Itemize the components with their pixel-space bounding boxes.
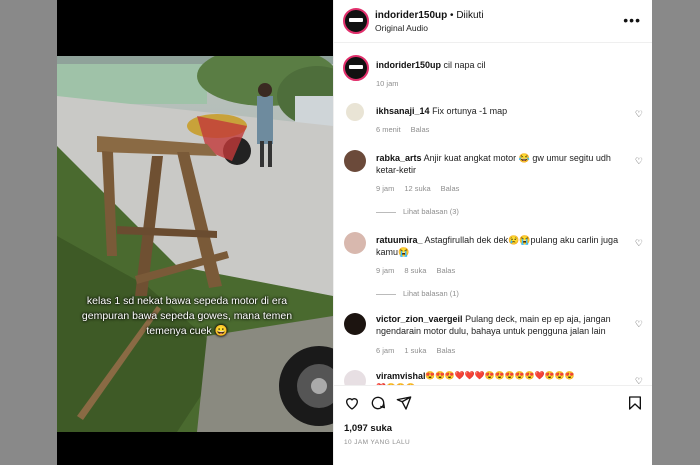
commenter-avatar[interactable] — [344, 370, 366, 385]
post-side-panel: indorider150up • Diikuti Original Audio … — [333, 0, 652, 465]
replies-divider — [376, 293, 396, 295]
comment-username[interactable]: ratuumira_ — [376, 235, 423, 245]
view-replies-label[interactable]: Lihat balasan (3) — [403, 207, 459, 216]
comment-time: 9 jam — [376, 266, 395, 275]
reply-button[interactable]: Balas — [411, 125, 430, 134]
share-icon[interactable] — [396, 395, 412, 411]
caption-username[interactable]: indorider150up — [376, 60, 441, 70]
reply-button[interactable]: Balas — [436, 346, 455, 355]
post-timestamp[interactable]: 10 JAM YANG LALU — [344, 439, 410, 446]
video-text-overlay: kelas 1 sd nekat bawa sepeda motor di er… — [81, 295, 293, 337]
comments-list[interactable]: indorider150up cil napa cil 10 jam ikhsa… — [334, 43, 652, 385]
comment-text: ratuumira_ Astagfirullah dek dek😢😭pulang… — [376, 234, 621, 258]
bookmark-icon[interactable] — [627, 395, 643, 411]
commenter-avatar[interactable] — [344, 232, 366, 254]
separator-dot: • — [447, 10, 457, 21]
comment-item: rabka_arts Anjir kuat angkat motor 😂 gw … — [334, 148, 652, 223]
comment-username[interactable]: viramvishal — [376, 371, 426, 381]
comment-emoji-body: 😍😍😍❤️❤️❤️😍😍😍😍😍❤️😍😍😍 — [425, 371, 575, 380]
comment-item: viramvishal 😍😍😍❤️❤️❤️😍😍😍😍😍❤️😍😍😍 ❤️😍😍😍 ♡ — [334, 368, 652, 385]
like-comment-icon[interactable]: ♡ — [635, 238, 643, 249]
like-comment-icon[interactable]: ♡ — [635, 156, 643, 167]
comment-item: ratuumira_ Astagfirullah dek dek😢😭pulang… — [334, 230, 652, 305]
comment-item: victor_zion_vaergeil Pulang deck, main e… — [334, 311, 652, 361]
view-replies-button[interactable]: Lihat balasan (3) — [376, 207, 459, 216]
commenter-avatar[interactable] — [344, 313, 366, 335]
comment-time: 9 jam — [376, 184, 395, 193]
audio-label[interactable]: Original Audio — [375, 23, 428, 33]
like-comment-icon[interactable]: ♡ — [635, 109, 643, 120]
reply-button[interactable]: Balas — [436, 266, 455, 275]
heart-icon[interactable] — [344, 395, 360, 411]
comment-time: 6 jam — [376, 346, 395, 355]
comment-time: 6 menit — [376, 125, 401, 134]
post-actions: 1,097 suka 10 JAM YANG LALU — [334, 385, 652, 465]
post-modal: kelas 1 sd nekat bawa sepeda motor di er… — [57, 0, 652, 465]
comment-username[interactable]: ikhsanaji_14 — [376, 106, 430, 116]
comment-meta: 9 jam 12 suka Balas — [376, 184, 469, 193]
comment-body: Fix ortunya -1 map — [432, 106, 508, 116]
view-replies-label[interactable]: Lihat balasan (1) — [403, 289, 459, 298]
commenter-avatar[interactable] — [344, 150, 366, 172]
like-comment-icon[interactable]: ♡ — [635, 376, 643, 385]
caption-time: 10 jam — [376, 79, 399, 88]
comment-meta: 9 jam 8 suka Balas — [376, 266, 465, 275]
comment-icon[interactable] — [370, 395, 386, 411]
video-thumbnail — [57, 56, 333, 432]
video-frame[interactable] — [57, 56, 333, 432]
comment-likes[interactable]: 1 suka — [404, 346, 426, 355]
comment-meta: 6 jam 1 suka Balas — [376, 346, 465, 355]
author-avatar[interactable] — [343, 8, 369, 34]
caption-text: indorider150up cil napa cil — [376, 59, 621, 71]
comment-likes[interactable]: 8 suka — [404, 266, 426, 275]
comment-meta: 6 menit Balas — [376, 125, 439, 134]
caption-avatar[interactable] — [343, 55, 369, 81]
post-media[interactable]: kelas 1 sd nekat bawa sepeda motor di er… — [57, 0, 333, 465]
commenter-avatar[interactable] — [346, 103, 364, 121]
post-header: indorider150up • Diikuti Original Audio … — [334, 0, 652, 43]
replies-divider — [376, 211, 396, 213]
more-icon[interactable]: ••• — [623, 12, 641, 28]
comment-text: rabka_arts Anjir kuat angkat motor 😂 gw … — [376, 152, 621, 176]
caption-body: cil napa cil — [443, 60, 486, 70]
like-count[interactable]: 1,097 suka — [344, 423, 392, 434]
comment-username[interactable]: rabka_arts — [376, 153, 422, 163]
comment-item: ikhsanaji_14 Fix ortunya -1 map 6 menit B… — [334, 101, 652, 141]
follow-status[interactable]: Diikuti — [456, 10, 483, 21]
like-comment-icon[interactable]: ♡ — [635, 319, 643, 330]
comment-text: ikhsanaji_14 Fix ortunya -1 map — [376, 105, 621, 117]
author-line: indorider150up • Diikuti — [375, 10, 484, 21]
reply-button[interactable]: Balas — [441, 184, 460, 193]
comment-likes[interactable]: 12 suka — [404, 184, 430, 193]
comment-username[interactable]: victor_zion_vaergeil — [376, 314, 463, 324]
view-replies-button[interactable]: Lihat balasan (1) — [376, 289, 459, 298]
caption-item: indorider150up cil napa cil 10 jam — [334, 55, 652, 95]
comment-text: victor_zion_vaergeil Pulang deck, main e… — [376, 313, 621, 337]
author-username[interactable]: indorider150up — [375, 10, 447, 21]
